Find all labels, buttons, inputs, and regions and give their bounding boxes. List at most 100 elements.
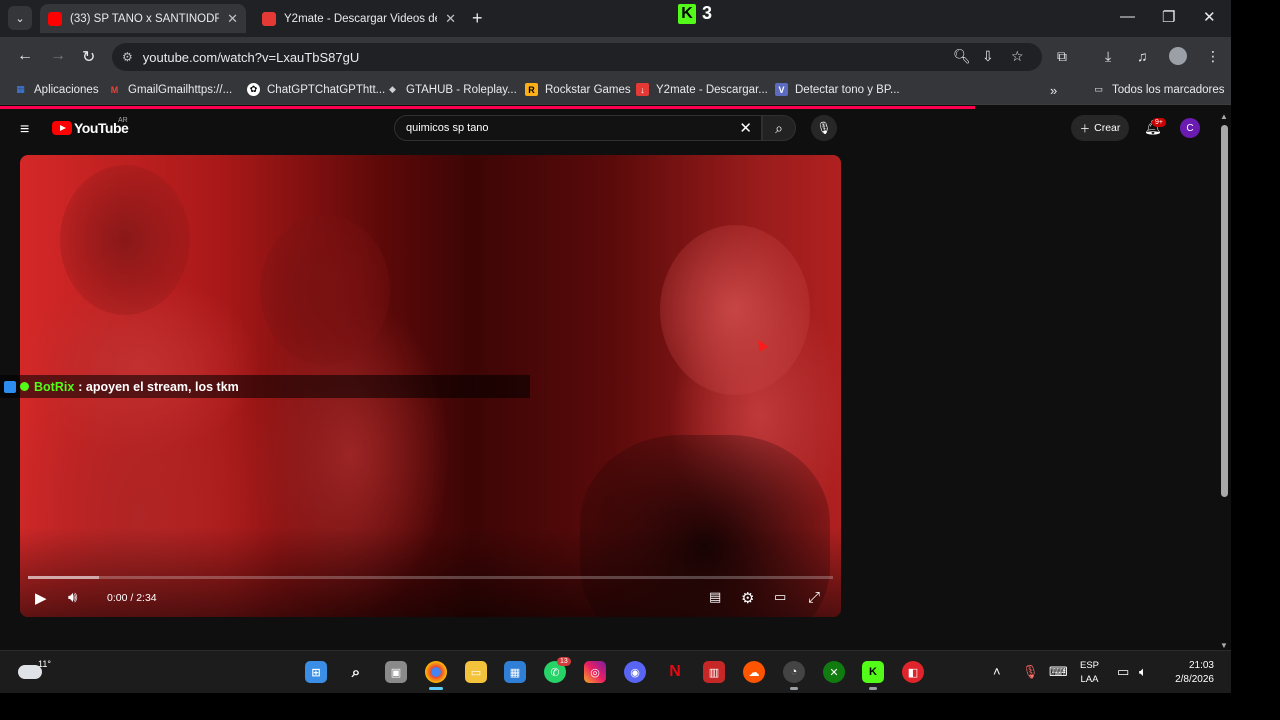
chat-message: : apoyen el stream, los tkm [78, 379, 239, 394]
mod-badge-icon [4, 380, 16, 393]
reload-icon[interactable]: ↻ [82, 47, 95, 67]
obs-running-indicator [790, 687, 798, 690]
address-bar[interactable]: ⚙ youtube.com/watch?v=LxauTbS87gU [112, 43, 1042, 71]
tray-chevron-up-icon[interactable]: ˄ [993, 664, 1001, 679]
clock-time: 21:03 [1188, 660, 1214, 671]
restore-icon[interactable]: ❐ [1162, 8, 1175, 26]
extensions-icon[interactable]: ⧉ [1057, 48, 1067, 65]
microphone-icon: 🎙︎ [816, 121, 832, 135]
scroll-up-arrow-icon[interactable]: ▲ [1220, 112, 1228, 121]
bookmark-detectar-tono[interactable]: V Detectar tono y BP... [775, 83, 900, 96]
hamburger-menu-icon[interactable]: ≡ [20, 121, 29, 139]
bookmark-star-icon[interactable]: ☆ [1011, 48, 1024, 65]
weather-widget[interactable]: 11° [18, 659, 51, 679]
bookmark-label: GTAHUB - Roleplay... [406, 83, 517, 96]
fullscreen-icon[interactable]: ⤢ [808, 589, 820, 606]
chrome-icon[interactable] [425, 661, 447, 683]
menu-kebab-icon[interactable]: ⋮ [1206, 48, 1220, 65]
microphone-tray-icon[interactable]: 🎙︎ [1022, 664, 1039, 680]
clear-search-icon[interactable]: ✕ [739, 119, 752, 137]
keyboard-icon[interactable]: ⌨ [1049, 664, 1068, 680]
winrar-icon[interactable]: ▥ [703, 661, 725, 683]
youtube-favicon-icon [48, 11, 62, 26]
tab-y2mate[interactable]: Y2mate - Descargar Videos de ✕ [254, 4, 464, 33]
media-control-icon[interactable]: ♫ [1137, 48, 1148, 64]
volume-icon[interactable]: 🔊︎ [68, 589, 77, 606]
soundcloud-icon[interactable]: ☁ [743, 661, 765, 683]
search-query-text[interactable]: quimicos sp tano [406, 122, 489, 134]
minimize-icon[interactable]: — [1120, 8, 1135, 25]
bookmark-all-folder[interactable]: ▭ Todos los marcadores [1092, 83, 1225, 96]
subtitles-icon[interactable]: ▤ [709, 589, 721, 605]
speaker-icon[interactable]: 🔈︎ [1139, 664, 1147, 680]
bookmark-label: ChatGPTChatGPThtt... [267, 83, 386, 96]
system-clock[interactable]: 21:03 2/8/2026 [1166, 659, 1214, 687]
tab-youtube[interactable]: (33) SP TANO x SANTINODRAM ✕ [40, 4, 246, 33]
tab-label: Y2mate - Descargar Videos de [284, 12, 438, 25]
zoom-icon[interactable]: 🔍︎ [953, 48, 971, 65]
voice-search-button[interactable]: 🎙︎ [811, 115, 837, 141]
url-text[interactable]: youtube.com/watch?v=LxauTbS87gU [143, 50, 359, 65]
close-tab-icon[interactable]: ✕ [227, 11, 238, 27]
region-code: AR [118, 117, 128, 124]
xbox-icon[interactable]: ✕ [823, 661, 845, 683]
close-tab-icon[interactable]: ✕ [445, 11, 456, 27]
browser-toolbar: ← → ↻ ⚙ youtube.com/watch?v=LxauTbS87gU … [0, 37, 1231, 77]
back-icon[interactable]: ← [17, 47, 33, 65]
bookmark-label: Todos los marcadores [1112, 83, 1225, 96]
close-window-icon[interactable]: ✕ [1203, 8, 1216, 26]
bookmark-y2mate[interactable]: ↓ Y2mate - Descargar... [636, 83, 768, 96]
video-progress-bar[interactable] [28, 576, 833, 579]
forward-icon[interactable]: → [50, 47, 66, 65]
create-button[interactable]: ＋ Crear [1071, 115, 1129, 141]
kick-app-icon[interactable]: K [862, 661, 884, 683]
video-person-left [60, 165, 190, 315]
bookmark-gmail[interactable]: M GmailGmailhttps://... [108, 83, 232, 96]
youtube-search-input[interactable]: quimicos sp tano ✕ [394, 115, 762, 141]
bookmark-label: Rockstar Games [545, 83, 631, 96]
more-bookmarks-icon[interactable]: » [1050, 83, 1057, 98]
verified-badge-icon [20, 382, 29, 391]
temperature: 11° [38, 659, 51, 669]
account-avatar[interactable]: C [1180, 118, 1200, 138]
new-tab-icon[interactable]: + [472, 8, 483, 29]
anydesk-icon[interactable]: ◧ [902, 661, 924, 683]
bookmark-rockstar[interactable]: R Rockstar Games [525, 83, 631, 96]
profile-avatar[interactable] [1169, 47, 1187, 65]
clock-date: 2/8/2026 [1175, 674, 1214, 685]
scroll-thumb[interactable] [1221, 125, 1228, 497]
kick-logo-icon: K [678, 3, 696, 24]
obs-icon[interactable]: ◔ [783, 661, 805, 683]
input-language[interactable]: ESP LAA [1080, 659, 1099, 687]
tab-search-button[interactable]: ⌄ [8, 6, 32, 30]
notifications-badge: 9+ [1152, 118, 1166, 127]
downloads-icon[interactable]: ⤓ [1105, 48, 1111, 65]
bookmark-chatgpt[interactable]: ✿ ChatGPTChatGPThtt... [247, 83, 385, 96]
instagram-icon[interactable]: ◎ [584, 661, 606, 683]
netflix-icon[interactable]: N [664, 661, 686, 683]
microsoft-store-icon[interactable]: ▦ [504, 661, 526, 683]
page-scrollbar[interactable]: ▲ ▼ [1218, 109, 1231, 650]
discord-icon[interactable]: ◉ [624, 661, 646, 683]
youtube-logo[interactable]: YouTube [52, 120, 129, 136]
bookmark-label: Detectar tono y BP... [795, 83, 900, 96]
bookmark-gtahub[interactable]: ◆ GTAHUB - Roleplay... [386, 83, 517, 96]
network-icon[interactable]: ▭ [1117, 664, 1129, 680]
kick-running-indicator [869, 687, 877, 690]
file-explorer-icon[interactable]: ▭ [465, 661, 487, 683]
tab-label: (33) SP TANO x SANTINODRAM [70, 12, 220, 25]
search-button[interactable]: ⌕ [762, 115, 796, 141]
settings-gear-icon[interactable]: ⚙ [741, 589, 754, 607]
bookmark-aplicaciones[interactable]: ▦ Aplicaciones [14, 83, 98, 96]
site-info-icon[interactable]: ⚙ [122, 50, 133, 64]
install-app-icon[interactable]: ⇩ [982, 48, 994, 65]
scroll-down-arrow-icon[interactable]: ▼ [1220, 641, 1228, 650]
youtube-masthead: ≡ YouTube AR quimicos sp tano ✕ ⌕ 🎙︎ ＋ C… [0, 109, 1218, 147]
task-view-icon[interactable]: ▣ [385, 661, 407, 683]
start-windows-icon[interactable]: ⊞ [305, 661, 327, 683]
screen-border-right [1231, 0, 1280, 720]
theater-mode-icon[interactable]: ▭ [774, 589, 786, 605]
play-icon[interactable]: ▶ [35, 589, 47, 607]
whatsapp-badge: 13 [557, 657, 571, 666]
search-icon[interactable]: ⌕ [345, 661, 367, 683]
